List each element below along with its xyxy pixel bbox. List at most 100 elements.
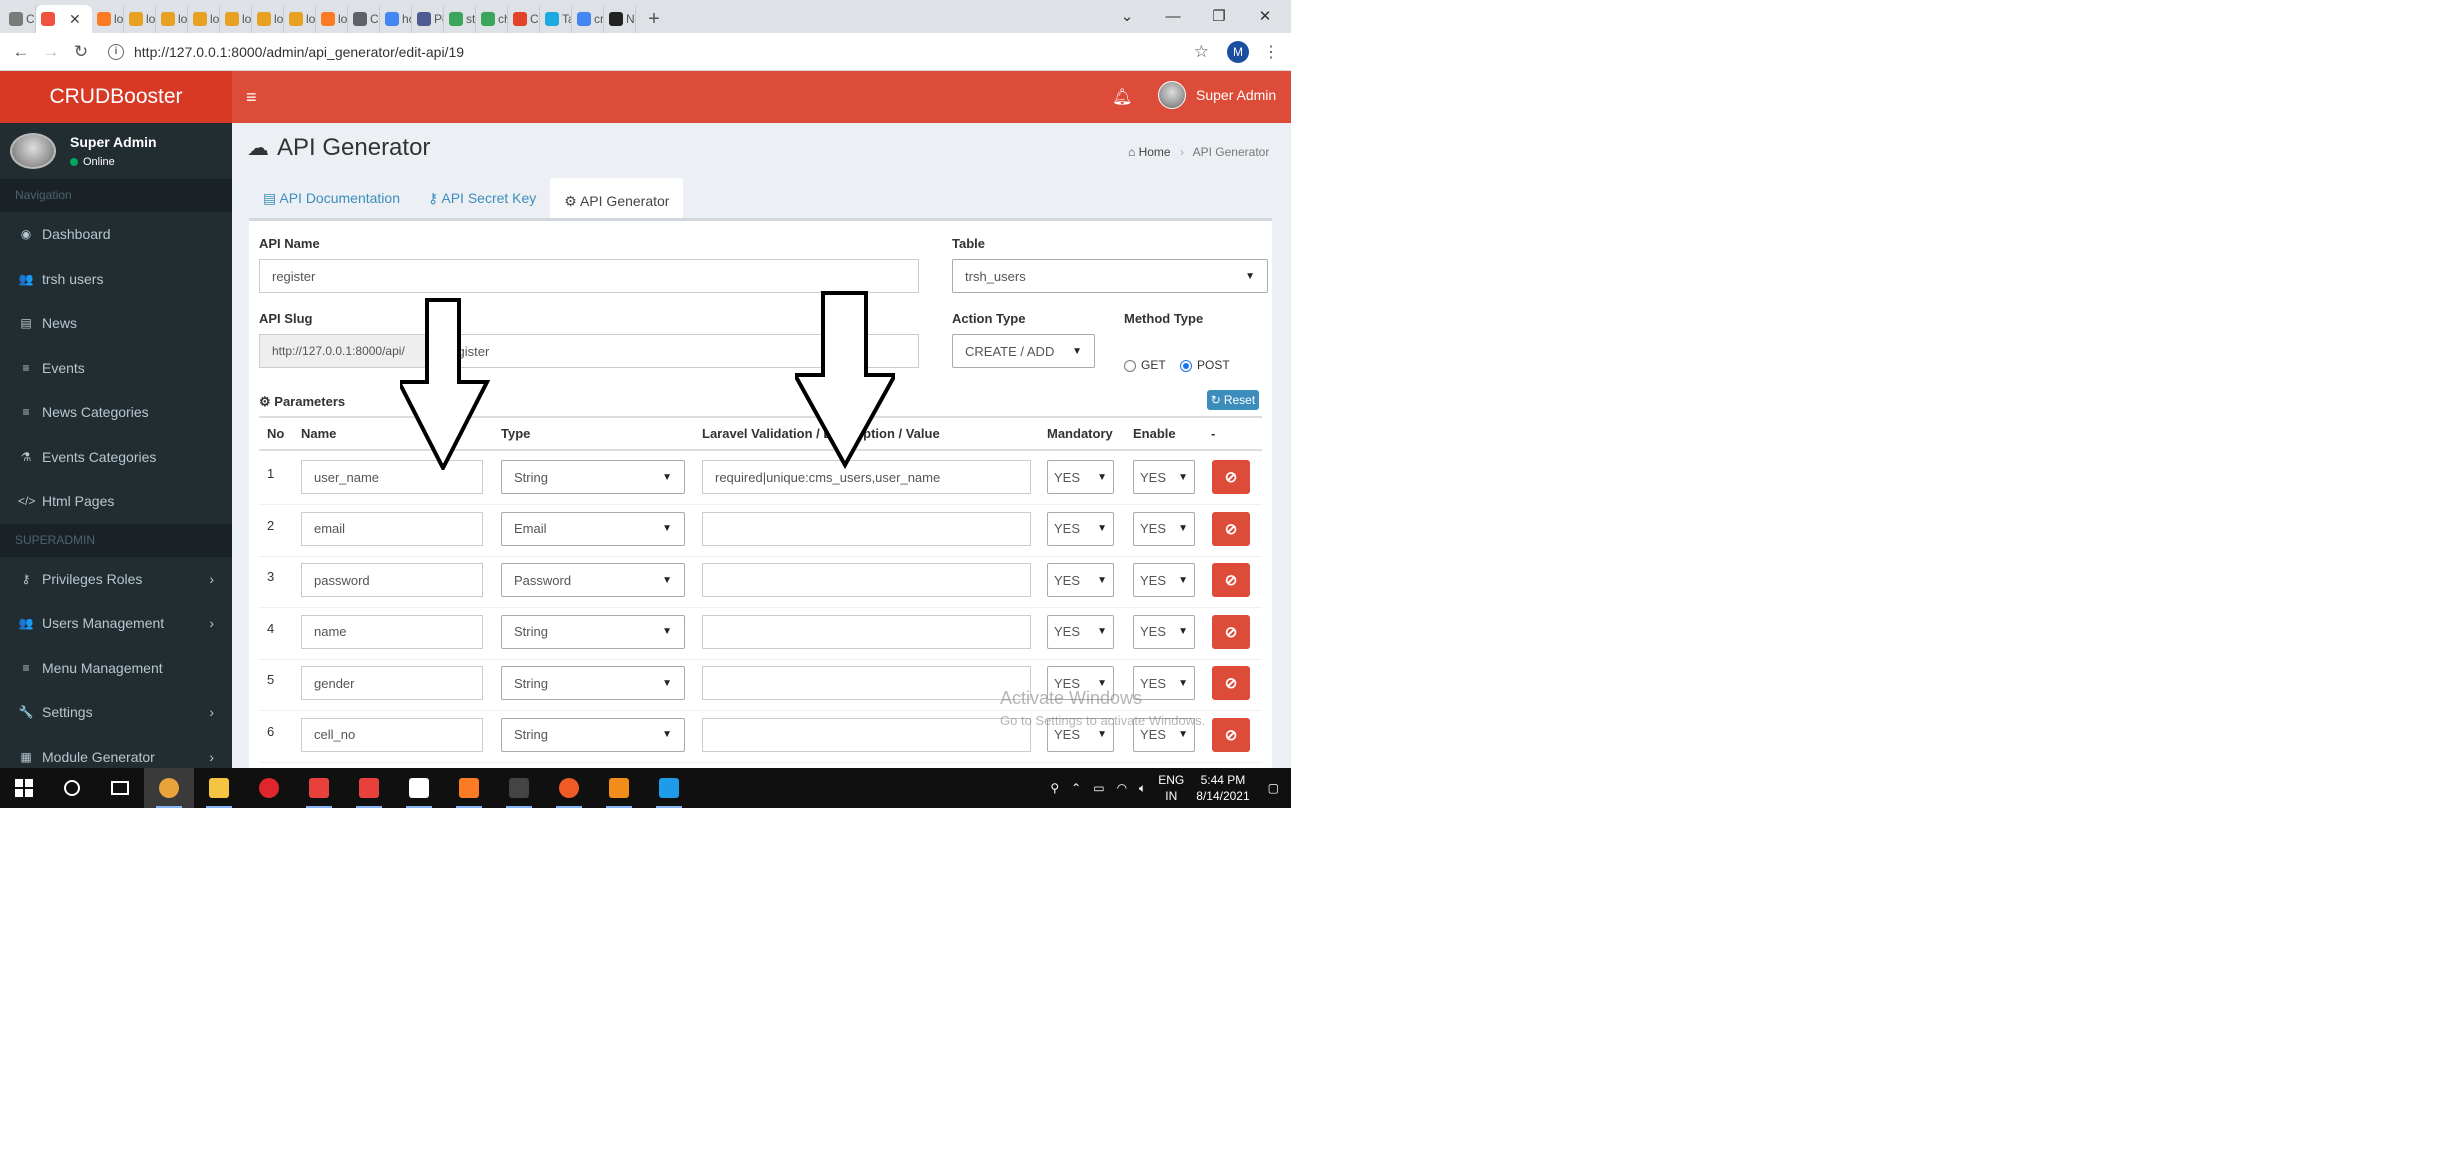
sidebar-item-events-categories[interactable]: ⚗ Events Categories (0, 435, 232, 480)
method-get-option[interactable]: GET (1124, 358, 1166, 372)
close-window-icon[interactable]: ✕ (1242, 0, 1288, 32)
param-type-select[interactable]: Password ▼ (501, 563, 685, 597)
postman-icon[interactable] (544, 768, 594, 808)
language-indicator[interactable]: ENG IN (1158, 772, 1184, 804)
param-name-input[interactable]: password (301, 563, 483, 597)
bookmark-star-icon[interactable]: ☆ (1194, 42, 1209, 62)
browser-tab[interactable]: lo (156, 5, 188, 33)
sidebar-item-events[interactable]: ≡ Events (0, 346, 232, 391)
param-name-input[interactable]: gender (301, 666, 483, 700)
sidebar-item-news-categories[interactable]: ≡ News Categories (0, 390, 232, 435)
browser-tab[interactable]: Cr (508, 5, 540, 33)
browser-tab[interactable]: lo (284, 5, 316, 33)
app-logo[interactable]: CRUDBooster (0, 71, 232, 123)
param-enable-select[interactable]: YES ▼ (1133, 666, 1195, 700)
notification-center-icon[interactable]: ▢ (1268, 781, 1279, 795)
param-name-input[interactable]: name (301, 614, 483, 649)
back-icon[interactable]: ← (6, 42, 36, 62)
browser-tab[interactable]: sti (444, 5, 476, 33)
delete-param-button[interactable]: ⊘ (1212, 460, 1250, 494)
param-enable-select[interactable]: YES ▼ (1133, 614, 1195, 649)
delete-param-button[interactable]: ⊘ (1212, 511, 1250, 546)
task-view-icon[interactable] (96, 768, 144, 808)
param-name-input[interactable]: cell_no (301, 717, 483, 752)
param-mandatory-select[interactable]: YES ▼ (1047, 563, 1114, 597)
param-validation-input[interactable] (702, 666, 1031, 700)
sidebar-item-dashboard[interactable]: ◉ Dashboard (0, 212, 232, 257)
param-mandatory-select[interactable]: YES ▼ (1047, 614, 1114, 649)
sidebar-item-users-management[interactable]: 👥 Users Management › (0, 601, 232, 646)
param-validation-input[interactable] (702, 717, 1031, 752)
windows-start-icon[interactable] (0, 768, 48, 808)
delete-param-button[interactable]: ⊘ (1212, 614, 1250, 649)
site-info-icon[interactable]: i (108, 43, 124, 60)
browser-tab[interactable]: hc (380, 5, 412, 33)
chevron-up-icon[interactable]: ⌃ (1071, 781, 1081, 795)
reload-icon[interactable]: ↻ (66, 42, 96, 62)
url-field[interactable]: i http://127.0.0.1:8000/admin/api_genera… (108, 43, 1194, 60)
new-tab-button[interactable]: + (636, 5, 672, 33)
minimize-icon[interactable]: — (1150, 0, 1196, 32)
sidebar-item-trsh-users[interactable]: 👥 trsh users (0, 257, 232, 302)
param-type-select[interactable]: Email ▼ (501, 511, 685, 546)
param-name-input[interactable]: email (301, 511, 483, 546)
sidebar-item-html-pages[interactable]: </> Html Pages (0, 479, 232, 524)
sublime-icon[interactable] (594, 768, 644, 808)
action-type-select[interactable]: CREATE / ADD ▼ (952, 334, 1095, 368)
anydesk-icon[interactable] (294, 768, 344, 808)
tab-search-icon[interactable]: ⌄ (1104, 0, 1150, 32)
browser-menu-icon[interactable]: ⋮ (1263, 42, 1279, 62)
vivaldi-icon[interactable] (344, 768, 394, 808)
browser-tab[interactable]: lo (92, 5, 124, 33)
browser-tab[interactable]: Ta (540, 5, 572, 33)
tab-api-documentation[interactable]: ▤ API Documentation (249, 178, 414, 218)
header-user-menu[interactable]: Super Admin (1158, 81, 1276, 109)
delete-param-button[interactable]: ⊘ (1212, 666, 1250, 700)
breadcrumb-home[interactable]: Home (1139, 145, 1171, 159)
param-enable-select[interactable]: YES ▼ (1133, 511, 1195, 546)
forward-icon[interactable]: → (36, 42, 66, 62)
tab-api-secret-key[interactable]: ⚷ API Secret Key (414, 178, 550, 218)
param-type-select[interactable]: String ▼ (501, 460, 685, 494)
chrome-icon[interactable] (144, 768, 194, 808)
browser-tab[interactable]: ch (476, 5, 508, 33)
param-type-select[interactable]: String ▼ (501, 614, 685, 649)
radio-post[interactable] (1180, 359, 1192, 372)
browser-tab[interactable]: lo (252, 5, 284, 33)
param-mandatory-select[interactable]: YES ▼ (1047, 511, 1114, 546)
table-select[interactable]: trsh_users ▼ (952, 259, 1268, 293)
xampp-icon[interactable] (444, 768, 494, 808)
notifications-bell-icon[interactable]: 🔔︎ (1112, 87, 1132, 107)
search-icon[interactable] (48, 768, 96, 808)
browser-tab[interactable]: Ne (604, 5, 636, 33)
browser-tab[interactable]: CF (4, 5, 36, 33)
file-explorer-icon[interactable] (194, 768, 244, 808)
reset-button[interactable]: ↻ Reset (1207, 390, 1259, 410)
clock[interactable]: 5:44 PM 8/14/2021 (1196, 772, 1249, 804)
browser-tab[interactable]: lo (316, 5, 348, 33)
battery-icon[interactable]: ▭ (1093, 781, 1104, 795)
volume-icon[interactable]: 🔈︎ (1139, 781, 1146, 796)
browser-tab[interactable]: cr (572, 5, 604, 33)
method-post-option[interactable]: POST (1180, 358, 1230, 372)
profile-avatar[interactable]: M (1227, 40, 1249, 63)
param-type-select[interactable]: String ▼ (501, 666, 685, 700)
browser-tab[interactable]: CF (348, 5, 380, 33)
delete-param-button[interactable]: ⊘ (1212, 717, 1250, 752)
sidebar-item-news[interactable]: ▤ News (0, 301, 232, 346)
url-text[interactable]: http://127.0.0.1:8000/admin/api_generato… (134, 44, 464, 60)
browser-tab[interactable]: lo (124, 5, 156, 33)
restore-icon[interactable]: ❐ (1196, 0, 1242, 32)
browser-tab[interactable]: ✕ (36, 5, 92, 33)
sidebar-toggle-icon[interactable]: ≡ (246, 87, 257, 108)
close-tab-icon[interactable]: ✕ (69, 11, 81, 28)
browser-tab[interactable]: Pł (412, 5, 444, 33)
browser-tab[interactable]: lo (220, 5, 252, 33)
param-enable-select[interactable]: YES ▼ (1133, 460, 1195, 494)
param-type-select[interactable]: String ▼ (501, 717, 685, 752)
tab-api-generator[interactable]: ⚙ API Generator (550, 178, 684, 218)
sidebar-item-settings[interactable]: 🔧 Settings › (0, 690, 232, 735)
sticky-notes-icon[interactable] (394, 768, 444, 808)
param-validation-input[interactable] (702, 511, 1031, 546)
browser-tab[interactable]: lo (188, 5, 220, 33)
